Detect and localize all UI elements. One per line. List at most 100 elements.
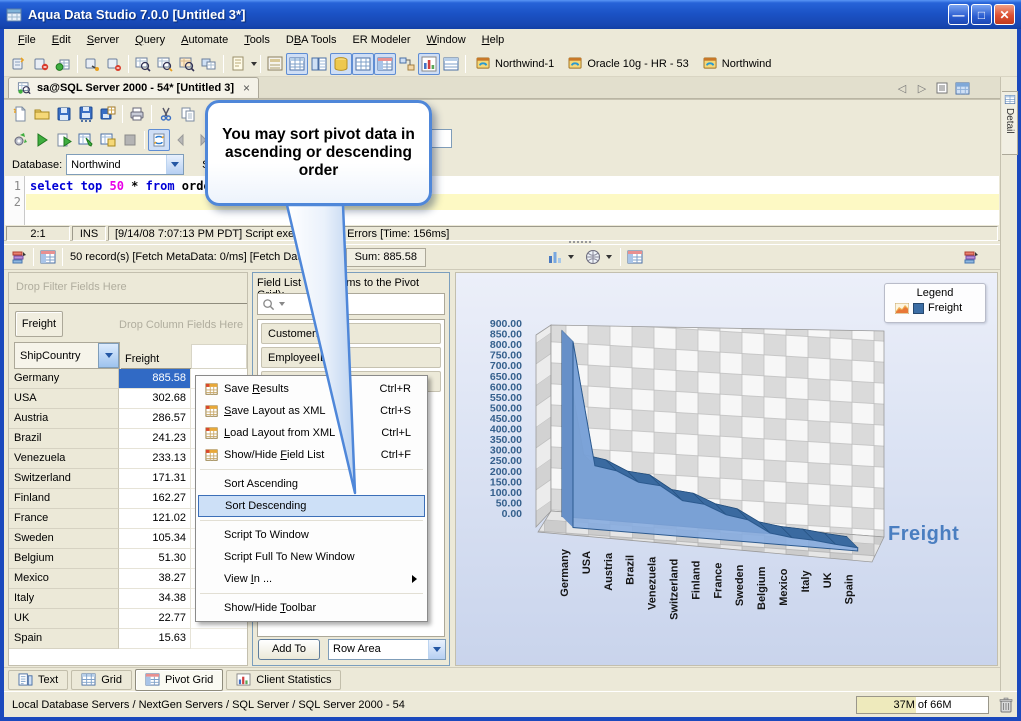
value-cell[interactable]: 15.63 [119,629,191,649]
print-button[interactable] [126,103,148,125]
row-header-cell[interactable]: Belgium [9,549,119,569]
add-to-button[interactable]: Add To [258,638,320,660]
maximize-editor-button[interactable] [954,80,970,96]
minimize-button[interactable]: — [948,4,969,25]
menu-item-view-in[interactable]: View In ... [196,568,427,590]
row-header-cell[interactable]: Germany [9,369,119,389]
database-combo[interactable]: Northwind [66,154,185,175]
garbage-collect-button[interactable] [999,697,1013,713]
value-cell[interactable]: 171.31 [119,469,191,489]
connection-button-0[interactable]: Northwind-1 [469,54,561,73]
view-table-grid-toggle[interactable] [352,52,374,75]
row-header-cell[interactable]: USA [9,389,119,409]
menu-file[interactable]: File [10,31,44,49]
script-dropdown-caret[interactable] [251,61,257,66]
row-header-cell[interactable]: France [9,509,119,529]
row-header-cell[interactable]: Mexico [9,569,119,589]
row-header-cell[interactable]: Brazil [9,429,119,449]
menu-query[interactable]: Query [127,31,173,49]
connection-button-1[interactable]: Oracle 10g - HR - 53 [561,54,695,73]
row-header-cell[interactable]: Italy [9,589,119,609]
connection-button-2[interactable]: Northwind [696,54,779,73]
new-file-button[interactable] [9,103,31,125]
row-header-cell[interactable]: Austria [9,409,119,429]
document-tab[interactable]: sa@SQL Server 2000 - 54* [Untitled 3] × [8,77,260,98]
filter-fields-dropzone[interactable]: Drop Filter Fields Here [9,273,247,304]
view-chart-toggle[interactable] [418,52,440,75]
view-er-diagram-toggle[interactable] [396,53,418,75]
sql-line-1[interactable]: select top 50 * from orde [26,178,999,194]
data-field-button[interactable]: Freight [15,311,63,337]
view-detail-table-toggle[interactable] [440,53,462,75]
tab-scroll-left-button[interactable]: ◁ [894,80,910,96]
chart-legend[interactable]: Legend Freight [884,283,986,323]
value-cell[interactable]: 302.68 [119,389,191,409]
execute-button[interactable] [31,129,53,151]
tab-grid[interactable]: Grid [71,669,132,690]
value-cell[interactable]: 105.34 [119,529,191,549]
connect-server-button[interactable] [52,53,74,75]
cut-button[interactable] [155,103,177,125]
execute-script-button[interactable] [53,129,75,151]
tab-list-button[interactable] [934,80,950,96]
area-select-chevron-icon[interactable] [428,639,445,659]
pivot-grid-button[interactable] [624,246,646,268]
menu-item-script-full-to-new-window[interactable]: Script Full To New Window [196,546,427,568]
register-server-button[interactable] [8,53,30,75]
export-results-button[interactable] [8,246,30,268]
value-cell[interactable]: 241.23 [119,429,191,449]
menu-er-modeler[interactable]: ER Modeler [344,31,418,49]
query-analyzer-button[interactable] [132,53,154,75]
menu-edit[interactable]: Edit [44,31,79,49]
tab-pivot-grid[interactable]: Pivot Grid [134,668,224,691]
pivot-table-button[interactable] [37,246,59,268]
menu-tools[interactable]: Tools [236,31,278,49]
menu-help[interactable]: Help [474,31,513,49]
tab-client-statistics[interactable]: Client Statistics [226,669,342,690]
menu-item-show-hide-toolbar[interactable]: Show/Hide Toolbar [196,597,427,619]
row-header-cell[interactable]: Finland [9,489,119,509]
view-results-text-toggle[interactable] [308,53,330,75]
detail-tab[interactable]: Detail [1002,91,1018,155]
save-button[interactable] [53,103,75,125]
query-window-button[interactable] [176,53,198,75]
value-cell[interactable]: 121.02 [119,509,191,529]
area-select-combo[interactable]: Row Area [328,638,446,660]
execute-edit-button[interactable] [75,129,97,151]
save-as-button[interactable] [75,103,97,125]
fetch-results-toggle[interactable] [148,129,170,151]
schema-browser-button[interactable] [264,53,286,75]
database-combo-chevron-icon[interactable] [166,155,184,174]
copy-button[interactable] [177,103,199,125]
value-cell[interactable]: 22.77 [119,609,191,629]
sql-editor[interactable]: 12 select top 50 * from orde [5,176,999,225]
title-bar[interactable]: Aqua Data Studio 7.0.0 [Untitled 3*] — □… [0,0,1021,29]
value-cell[interactable]: 885.58 [119,369,191,389]
value-cell[interactable]: 38.27 [119,569,191,589]
value-cell[interactable]: 233.13 [119,449,191,469]
maximize-button[interactable]: □ [971,4,992,25]
register-connection-button[interactable] [81,53,103,75]
chart-3d-dropdown-caret[interactable] [605,255,612,259]
query-builder-button[interactable] [198,53,220,75]
row-header-cell[interactable]: UK [9,609,119,629]
splitter-grip[interactable] [569,241,609,245]
column-fields-dropzone[interactable]: Drop Column Fields Here [119,319,243,331]
value-cell[interactable]: 162.27 [119,489,191,509]
unregister-connection-button[interactable] [103,53,125,75]
value-column-header[interactable]: Freight [121,344,191,369]
tab-scroll-right-button[interactable]: ▷ [914,80,930,96]
stop-button[interactable] [119,129,141,151]
row-header-cell[interactable]: Sweden [9,529,119,549]
chart-type-dropdown-caret[interactable] [567,255,574,259]
value-cell[interactable]: 34.38 [119,589,191,609]
layout-button[interactable] [960,246,982,268]
tab-close-icon[interactable]: × [239,81,250,95]
history-back-button[interactable] [170,129,192,151]
execute-explain-button[interactable] [97,129,119,151]
view-results-grid-toggle[interactable] [286,52,308,75]
open-file-button[interactable] [31,103,53,125]
row-header-cell[interactable]: Venezuela [9,449,119,469]
menu-server[interactable]: Server [79,31,127,49]
tab-text[interactable]: Text [8,669,69,690]
